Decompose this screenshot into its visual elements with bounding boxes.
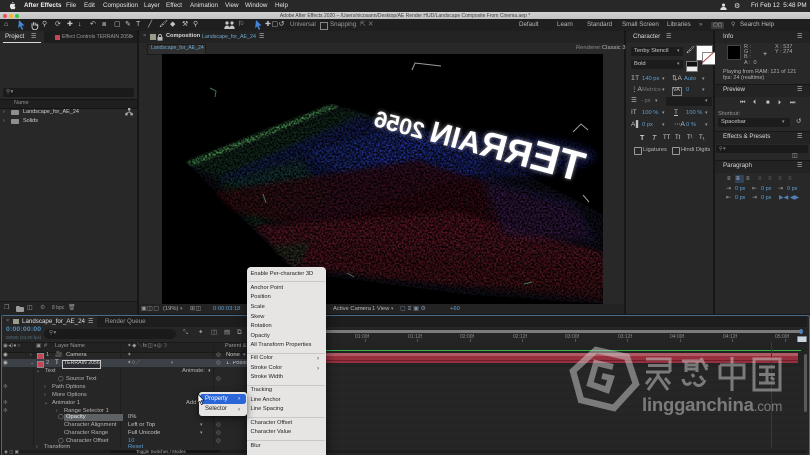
svg-text:lingganchina.com: lingganchina.com (642, 394, 782, 415)
